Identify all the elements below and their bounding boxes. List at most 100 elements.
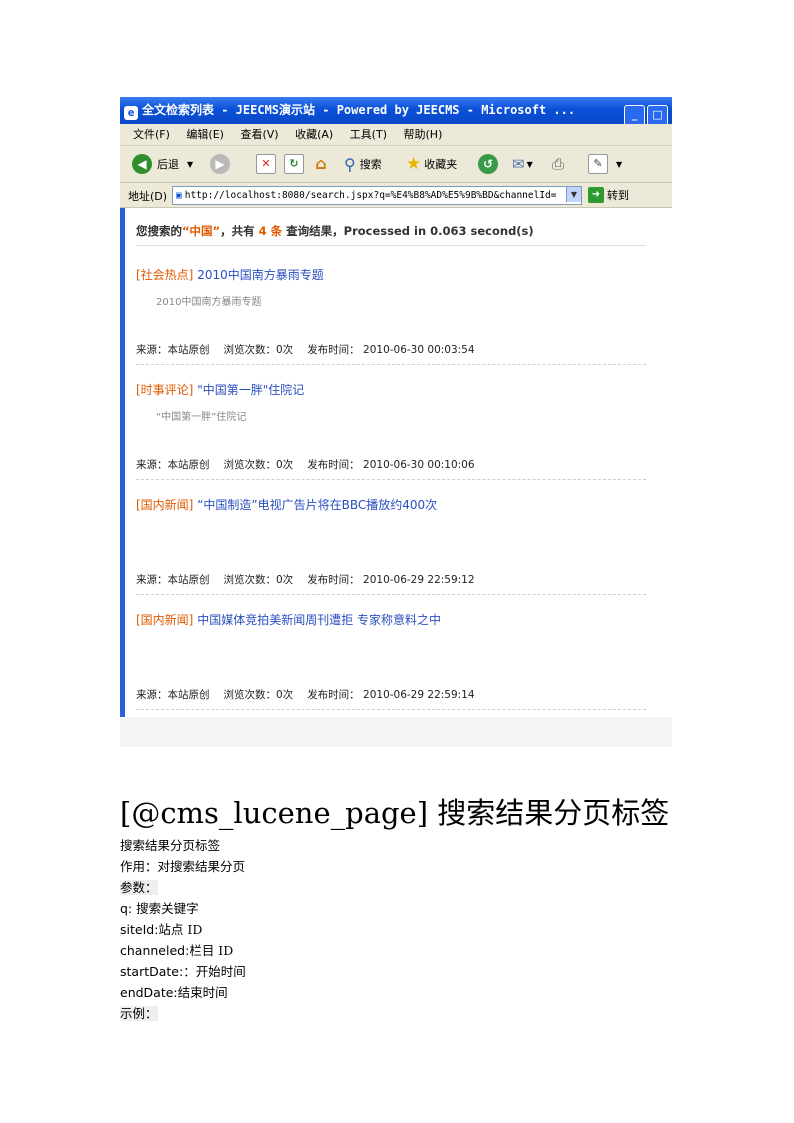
home-icon: ⌂	[315, 154, 327, 173]
edit-icon: ✎	[588, 154, 608, 174]
doc-line: siteId:站点 ID	[120, 919, 202, 938]
divider	[136, 594, 646, 595]
result-category[interactable]: [时事评论]	[136, 383, 193, 397]
back-label: 后退	[157, 158, 179, 171]
menu-file[interactable]: 文件(F)	[133, 128, 170, 141]
window-title: 全文检索列表 - JEECMS演示站 - Powered by JEECMS -…	[142, 103, 576, 117]
result-source: 来源：本站原创	[136, 459, 210, 471]
summary-keyword: “中国”	[182, 224, 221, 238]
address-input[interactable]: ▣ http://localhost:8080/search.jspx?q=%E4…	[172, 186, 582, 205]
doc-text: 站点 ID	[158, 922, 203, 937]
left-border	[120, 208, 125, 717]
doc-line: startDate:：开始时间	[120, 961, 246, 980]
edit-button[interactable]: ✎ ▼	[588, 152, 622, 176]
forward-button[interactable]: ▶	[210, 152, 230, 176]
ie-icon: e	[124, 106, 138, 120]
minimize-button[interactable]: _	[624, 105, 645, 124]
result-time: 发布时间： 2010-06-30 00:03:54	[307, 344, 475, 356]
search-summary: 您搜索的“中国”，共有 4 条 查询结果，Processed in 0.063 …	[136, 223, 534, 239]
result-link[interactable]: 中国媒体竞拍美新闻周刊遭拒 专家称意料之中	[197, 613, 441, 627]
forward-arrow-icon: ▶	[210, 154, 230, 174]
menu-favorites[interactable]: 收藏(A)	[295, 128, 333, 141]
search-button[interactable]: ⚲ 搜索	[344, 152, 382, 176]
result-snippet: 2010中国南方暴雨专题	[156, 297, 262, 308]
maximize-button[interactable]: □	[647, 105, 668, 124]
result-link[interactable]: “中国制造”电视广告片将在BBC播放约400次	[197, 498, 437, 512]
mail-button[interactable]: ✉ ▼	[512, 152, 533, 176]
result-link[interactable]: "中国第一胖"住院记	[197, 383, 304, 397]
doc-line: 搜索结果分页标签	[120, 835, 220, 854]
result-views: 浏览次数：0次	[223, 459, 294, 471]
address-dropdown-button[interactable]: ▼	[566, 187, 581, 202]
result-link[interactable]: 2010中国南方暴雨专题	[197, 268, 324, 282]
result-source: 来源：本站原创	[136, 344, 210, 356]
favorites-label: 收藏夹	[424, 158, 458, 171]
doc-line: 参数：	[120, 877, 158, 896]
result-title: [国内新闻] 中国媒体竞拍美新闻周刊遭拒 专家称意料之中	[136, 611, 441, 628]
result-item: [国内新闻] “中国制造”电视广告片将在BBC播放约400次 来源：本站原创 浏览…	[136, 496, 646, 611]
param-name: siteId:	[120, 922, 159, 937]
result-snippet: “中国第一胖”住院记	[156, 412, 247, 423]
summary-mid: ，共有	[220, 224, 255, 238]
result-meta: 来源：本站原创 浏览次数：0次 发布时间： 2010-06-29 22:59:12	[136, 572, 489, 587]
result-category[interactable]: [国内新闻]	[136, 498, 193, 512]
doc-text: 搜索关键字	[132, 901, 199, 916]
doc-line: channeled:栏目 ID	[120, 940, 233, 959]
page-icon: ▣	[176, 190, 182, 201]
history-icon: ↺	[478, 154, 498, 174]
menu-view[interactable]: 查看(V)	[240, 128, 278, 141]
search-label: 搜索	[359, 158, 382, 171]
address-label: 地址(D)	[128, 190, 168, 203]
chevron-down-icon: ▼	[187, 159, 194, 169]
search-icon: ⚲	[344, 154, 356, 174]
result-category[interactable]: [国内新闻]	[136, 613, 193, 627]
home-button[interactable]: ⌂	[312, 152, 330, 176]
browser-window: e 全文检索列表 - JEECMS演示站 - Powered by JEECMS …	[120, 97, 672, 717]
menu-bar: 文件(F) 编辑(E) 查看(V) 收藏(A) 工具(T) 帮助(H)	[120, 124, 672, 146]
result-item: [国内新闻] 中国媒体竞拍美新闻周刊遭拒 专家称意料之中 来源：本站原创 浏览次数…	[136, 611, 646, 726]
doc-text: 结束时间	[177, 985, 228, 1000]
doc-text: 栏目 ID	[189, 943, 234, 958]
param-name: endDate:	[120, 985, 178, 1000]
refresh-button[interactable]: ↻	[284, 152, 304, 176]
go-button[interactable]: ➜ 转到	[588, 186, 629, 204]
result-meta: 来源：本站原创 浏览次数：0次 发布时间： 2010-06-30 00:03:54	[136, 342, 489, 357]
section-heading: [@cms_lucene_page] 搜索结果分页标签	[120, 796, 670, 830]
summary-prefix: 您搜索的	[136, 224, 182, 238]
back-arrow-icon: ◀	[132, 154, 152, 174]
back-button[interactable]: ◀ 后退 ▼	[132, 152, 193, 176]
doc-text: 搜索结果分页标签	[120, 838, 221, 853]
stop-button[interactable]: ✕	[256, 152, 276, 176]
doc-text: 参数：	[120, 880, 158, 895]
print-icon: ⎙	[552, 155, 565, 173]
doc-line: endDate:结束时间	[120, 982, 228, 1001]
result-title: [国内新闻] “中国制造”电视广告片将在BBC播放约400次	[136, 496, 437, 513]
result-views: 浏览次数：0次	[223, 689, 294, 701]
toolbar: ◀ 后退 ▼ ▶ ✕ ↻ ⌂ ⚲ 搜索 ★ 收藏夹 ↺ ✉ ▼ ⎙ ✎ ▼	[120, 146, 672, 183]
chevron-down-icon: ▼	[526, 159, 533, 169]
divider	[136, 245, 646, 246]
go-arrow-icon: ➜	[588, 187, 604, 203]
divider	[136, 709, 646, 710]
divider	[136, 364, 646, 365]
param-name: channeled:	[120, 943, 190, 958]
history-button[interactable]: ↺	[478, 152, 498, 176]
result-title: [时事评论] "中国第一胖"住院记	[136, 381, 304, 398]
summary-suffix: 查询结果，Processed in 0.063 second(s)	[286, 224, 534, 238]
doc-line: 示例：	[120, 1003, 158, 1022]
result-item: [社会热点] 2010中国南方暴雨专题 2010中国南方暴雨专题 来源：本站原创…	[136, 266, 646, 381]
print-button[interactable]: ⎙	[552, 152, 564, 176]
page-content: 您搜索的“中国”，共有 4 条 查询结果，Processed in 0.063 …	[120, 208, 672, 717]
doc-line: q: 搜索关键字	[120, 898, 199, 917]
menu-edit[interactable]: 编辑(E)	[186, 128, 224, 141]
window-buttons: _ □	[622, 101, 668, 124]
param-name: startDate:	[120, 964, 184, 979]
stop-icon: ✕	[256, 154, 276, 174]
menu-tools[interactable]: 工具(T)	[350, 128, 387, 141]
favorites-button[interactable]: ★ 收藏夹	[406, 152, 457, 176]
result-category[interactable]: [社会热点]	[136, 268, 193, 282]
doc-text: ：开始时间	[183, 964, 246, 979]
result-time: 发布时间： 2010-06-29 22:59:14	[307, 689, 475, 701]
star-icon: ★	[406, 154, 422, 174]
menu-help[interactable]: 帮助(H)	[404, 128, 443, 141]
